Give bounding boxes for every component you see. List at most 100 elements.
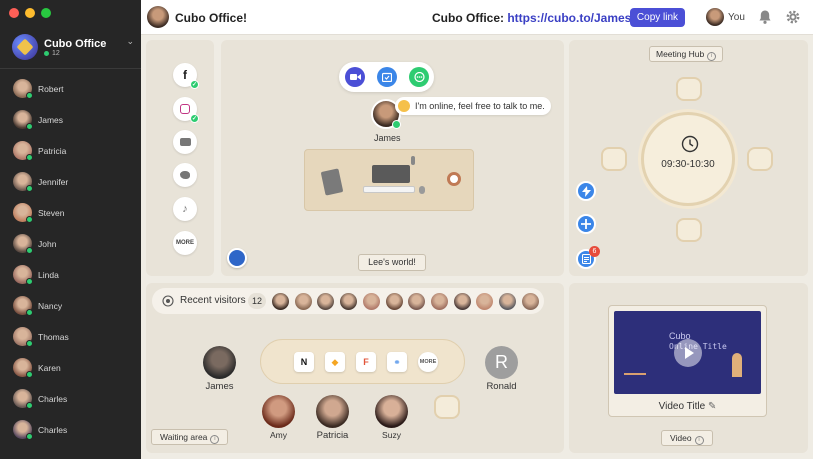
desk[interactable] [304, 149, 474, 211]
user-avatar[interactable] [706, 8, 724, 26]
minimize-window-button[interactable] [25, 8, 35, 18]
avatar [13, 420, 33, 440]
avatar [13, 234, 33, 254]
plus-icon [581, 219, 591, 229]
recent-visitors-count: 12 [248, 293, 266, 309]
info-icon[interactable]: i [694, 436, 704, 445]
sidebar-member-name: Patricia [38, 145, 67, 156]
video-panel: Cubo Online Title Video Title ✎ Videoi [569, 283, 808, 453]
recent-visitor-avatar[interactable] [408, 293, 426, 310]
online-dot-icon [26, 123, 33, 130]
waiting-user-james[interactable]: James [203, 346, 236, 392]
quick-boost-button[interactable] [576, 181, 596, 201]
notes-button[interactable]: 6 [576, 246, 600, 269]
waiting-user-ronald[interactable]: R Ronald [485, 346, 518, 392]
gear-icon[interactable] [785, 9, 801, 25]
sidebar-member[interactable]: Charles [13, 383, 69, 414]
person-illustration-icon [732, 353, 742, 377]
recent-visitor-avatar[interactable] [340, 293, 358, 310]
waiting-user-amy[interactable]: Amy [262, 395, 295, 440]
sidebar-member[interactable]: Thomas [13, 321, 69, 352]
online-dot-icon [26, 340, 33, 347]
copy-link-button[interactable]: Copy link [630, 8, 685, 27]
meeting-hub-label[interactable]: Meeting Hub i [649, 46, 724, 62]
meeting-seat-bottom[interactable] [676, 218, 702, 242]
add-button[interactable] [576, 214, 596, 234]
monitor-icon [372, 165, 410, 183]
waiting-seat[interactable] [434, 395, 460, 419]
calendar-button[interactable] [377, 67, 397, 87]
chevron-down-icon[interactable]: ⌄ [126, 36, 134, 47]
maximize-window-button[interactable] [41, 8, 51, 18]
sidebar-member[interactable]: Nancy [13, 290, 69, 321]
video-player[interactable]: Cubo Online Title [614, 311, 761, 394]
sidebar-member[interactable]: John [13, 228, 69, 259]
video-call-button[interactable] [345, 67, 365, 87]
waiting-area-label[interactable]: Waiting area i [151, 429, 229, 445]
recent-visitor-avatar[interactable] [272, 293, 289, 310]
waiting-user-patricia[interactable]: Patricia [316, 395, 349, 441]
sidebar-member[interactable]: Linda [13, 259, 69, 290]
meeting-seat-right[interactable] [747, 147, 773, 171]
notion-app-button[interactable]: N [294, 352, 314, 372]
status-text: I'm online, feel free to talk to me. [415, 101, 545, 111]
recent-visitor-avatar[interactable] [521, 293, 539, 310]
recent-visitor-avatar[interactable] [453, 293, 471, 310]
meeting-table[interactable]: 09:30-10:30 [641, 112, 735, 206]
waiting-user-suzy[interactable]: Suzy [375, 395, 408, 440]
instagram-button[interactable]: ✓ [173, 97, 199, 123]
chat-button[interactable] [409, 67, 429, 87]
edit-icon[interactable]: ✎ [708, 401, 716, 412]
org-name: Cubo Office [44, 37, 107, 50]
top-bar: Cubo Office! Cubo Office: https://cubo.t… [141, 0, 813, 35]
sidebar-member[interactable]: James [13, 104, 69, 135]
world-label[interactable]: Lee's world! [358, 254, 426, 271]
recent-visitor-avatar[interactable] [362, 293, 380, 310]
link-app-button[interactable]: ⚭ [387, 352, 407, 372]
more-apps-button[interactable]: MORE [418, 352, 438, 372]
recent-visitor-avatar[interactable] [430, 293, 448, 310]
share-link-url[interactable]: https://cubo.to/James [507, 11, 631, 25]
sketch-app-button[interactable]: ◆ [325, 352, 345, 372]
sidebar-member[interactable]: Jennifer [13, 166, 69, 197]
bell-icon[interactable] [757, 9, 773, 25]
sidebar-member[interactable]: Steven [13, 197, 69, 228]
recent-visitor-avatar[interactable] [317, 293, 335, 310]
sidebar-member-name: John [38, 238, 57, 249]
recent-visitor-avatar[interactable] [476, 293, 494, 310]
sidebar-member[interactable]: Karen [13, 352, 69, 383]
sidebar-member-name: Charles [38, 424, 68, 435]
video-card[interactable]: Cubo Online Title Video Title ✎ [608, 305, 767, 417]
sidebar-member[interactable]: Patricia [13, 135, 69, 166]
room-avatar[interactable] [147, 6, 169, 28]
more-social-button[interactable]: MORE [173, 231, 197, 255]
avatar [13, 389, 33, 409]
close-window-button[interactable] [9, 8, 19, 18]
org-switcher[interactable]: Cubo Office 12 ⌄ [12, 32, 136, 62]
globe-icon[interactable] [227, 248, 247, 268]
sidebar-member[interactable]: Charles [13, 414, 69, 445]
keyboard-icon [363, 186, 415, 193]
meeting-seat-left[interactable] [601, 147, 627, 171]
play-button[interactable] [674, 339, 702, 367]
check-icon: ✓ [190, 114, 199, 123]
twitter-button[interactable] [173, 163, 197, 187]
youtube-button[interactable] [173, 130, 197, 154]
user-label[interactable]: You [728, 12, 745, 23]
online-dot-icon [44, 50, 49, 56]
history-icon [162, 295, 174, 307]
online-dot-icon [392, 120, 401, 129]
sidebar-member[interactable]: Robert [13, 73, 69, 104]
avatar [13, 358, 33, 378]
recent-visitor-avatar[interactable] [294, 293, 312, 310]
avatar [13, 203, 33, 223]
facebook-button[interactable]: f ✓ [173, 63, 199, 89]
recent-visitor-avatar[interactable] [499, 293, 516, 310]
figma-app-button[interactable]: F [356, 352, 376, 372]
video-label[interactable]: Video i [661, 430, 713, 446]
meeting-seat-top[interactable] [676, 77, 702, 101]
info-icon[interactable]: i [707, 52, 717, 61]
tiktok-button[interactable]: ♪ [173, 197, 197, 221]
info-icon[interactable]: i [210, 435, 220, 444]
recent-visitor-avatar[interactable] [385, 293, 403, 310]
